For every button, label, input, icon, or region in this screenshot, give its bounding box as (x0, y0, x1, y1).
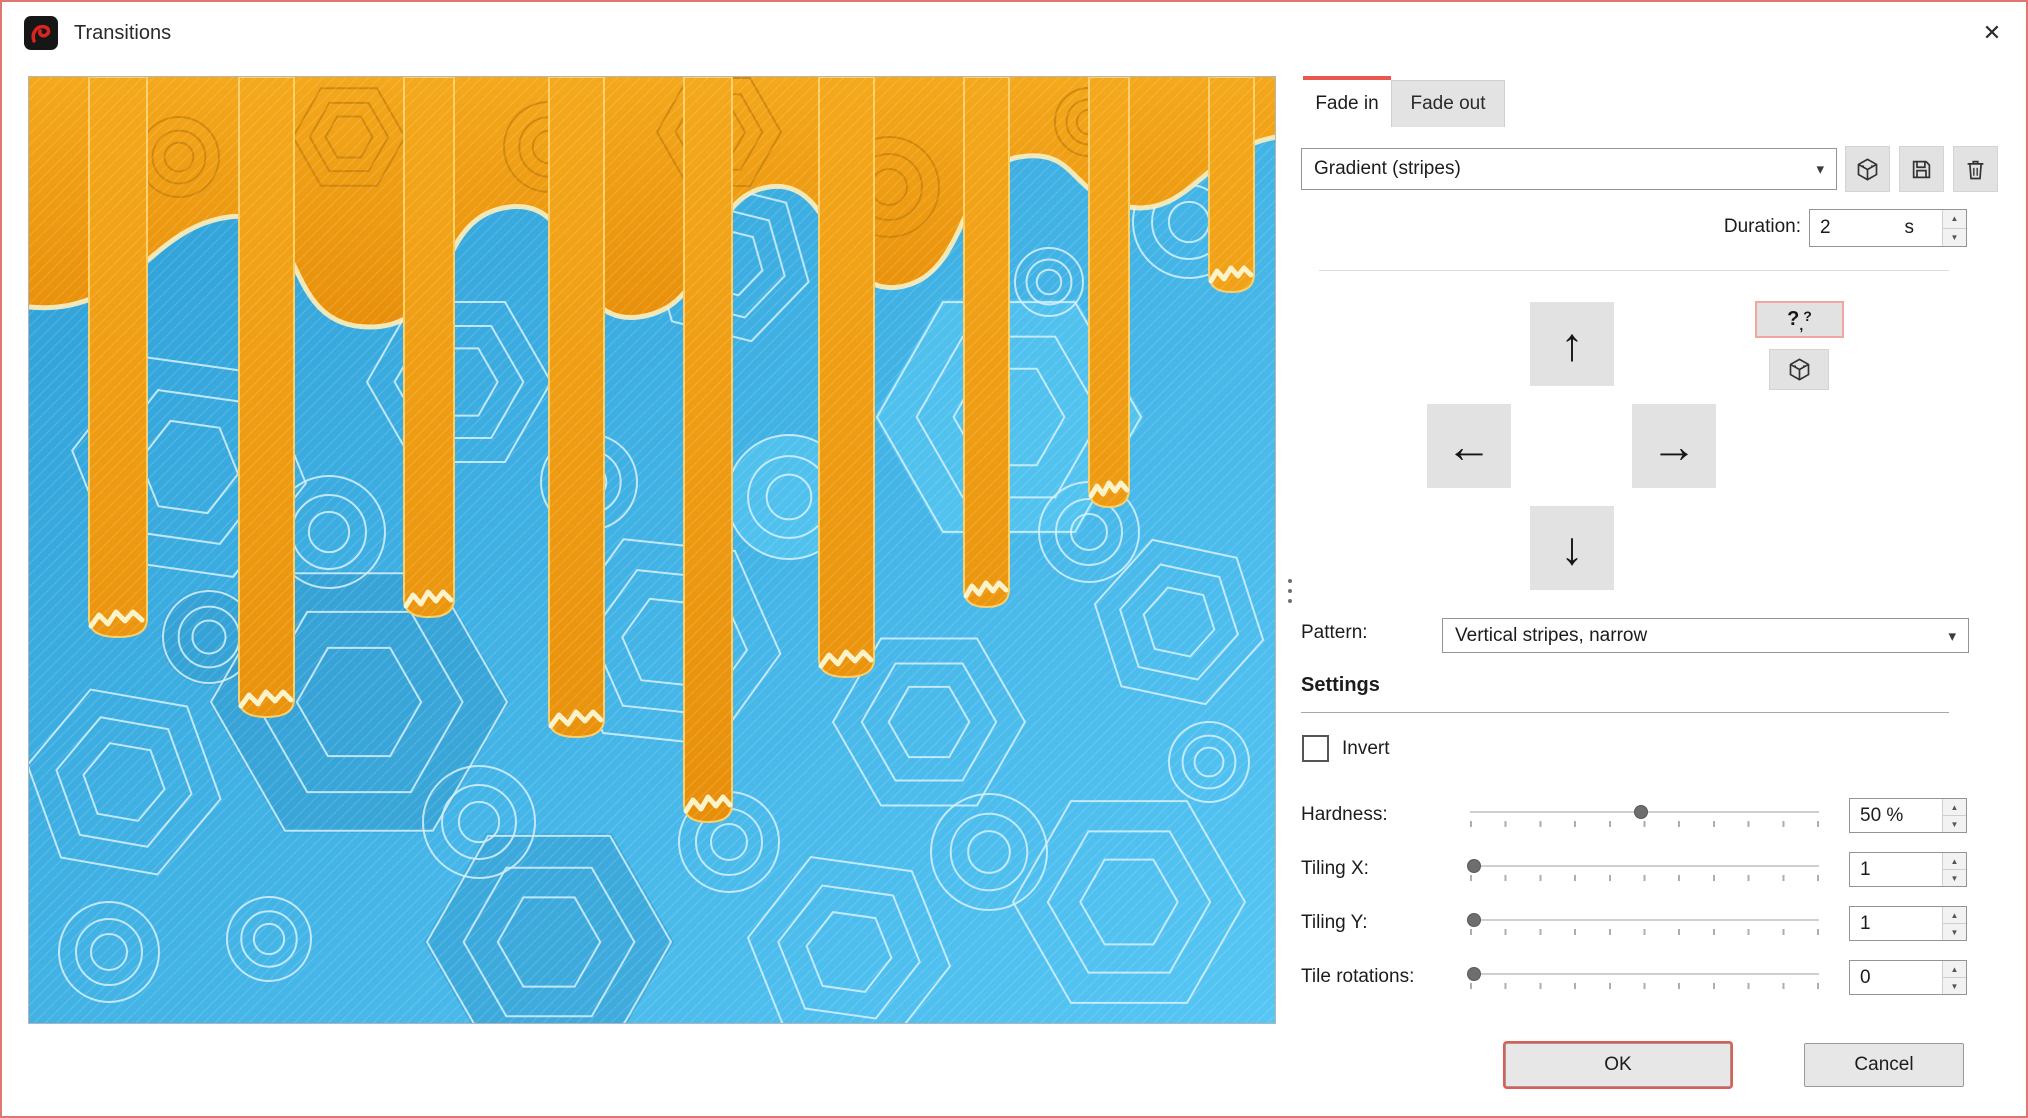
splitter-handle[interactable] (1285, 564, 1295, 618)
pattern-dropdown[interactable]: Vertical stripes, narrow ▾ (1442, 618, 1969, 653)
random-preset-button[interactable] (1845, 146, 1890, 192)
random-direction-button[interactable]: ?,? (1755, 301, 1844, 338)
tile-rotations-value: 0 (1850, 967, 1942, 989)
tiling-y-label: Tiling Y: (1301, 912, 1466, 934)
tile-rotations-label: Tile rotations: (1301, 966, 1466, 988)
hardness-value: 50 % (1850, 805, 1942, 827)
spin-down-button[interactable]: ▼ (1943, 923, 1966, 940)
window-title: Transitions (74, 22, 171, 45)
spin-down-button[interactable]: ▼ (1943, 869, 1966, 886)
arrow-right-icon: → (1651, 419, 1697, 473)
spin-up-icon: ▲ (1951, 803, 1959, 812)
direction-up-button[interactable]: ↑ (1530, 302, 1614, 386)
tiling-x-value: 1 (1850, 859, 1942, 881)
slider-ticks (1470, 821, 1819, 827)
duration-unit: s (1905, 217, 1915, 239)
tiling-x-spinner[interactable]: 1 ▲ ▼ (1849, 852, 1967, 887)
hardness-label: Hardness: (1301, 804, 1466, 826)
spin-down-icon: ▼ (1951, 928, 1959, 937)
spin-up-button[interactable]: ▲ (1943, 907, 1966, 923)
save-icon (1908, 156, 1935, 183)
close-icon: ✕ (1983, 20, 2001, 46)
slider-thumb[interactable] (1467, 859, 1481, 873)
invert-checkbox[interactable] (1302, 735, 1329, 762)
slider-thumb[interactable] (1467, 913, 1481, 927)
invert-label: Invert (1342, 738, 1390, 760)
spin-up-button[interactable]: ▲ (1943, 210, 1966, 228)
spin-up-button[interactable]: ▲ (1943, 853, 1966, 869)
spin-down-icon: ▼ (1951, 233, 1959, 242)
title-bar: Transitions ✕ (2, 2, 2026, 64)
spin-down-icon: ▼ (1951, 820, 1959, 829)
slider-track (1470, 919, 1819, 921)
divider (1301, 712, 1949, 713)
arrow-up-icon: ↑ (1561, 317, 1584, 371)
app-icon (24, 16, 58, 50)
arrow-down-icon: ↓ (1561, 521, 1584, 575)
spin-down-button[interactable]: ▼ (1943, 977, 1966, 994)
divider (1319, 270, 1949, 271)
duration-spinner[interactable]: 2 s ▲ ▼ (1809, 209, 1967, 247)
direction-down-button[interactable]: ↓ (1530, 506, 1614, 590)
tiling-y-slider[interactable] (1470, 910, 1819, 938)
slider-thumb[interactable] (1467, 967, 1481, 981)
slider-ticks (1470, 875, 1819, 881)
slider-ticks (1470, 983, 1819, 989)
tile-rotations-slider[interactable] (1470, 964, 1819, 992)
tiling-x-slider[interactable] (1470, 856, 1819, 884)
delete-preset-button[interactable] (1953, 146, 1998, 192)
tab-fade-in[interactable]: Fade in (1303, 76, 1391, 127)
spin-up-icon: ▲ (1951, 965, 1959, 974)
direction-left-button[interactable]: ← (1427, 404, 1511, 488)
tiling-y-spinner[interactable]: 1 ▲ ▼ (1849, 906, 1967, 941)
dice-icon (1786, 356, 1813, 383)
preview-image (29, 77, 1276, 1024)
trash-icon (1962, 156, 1989, 183)
slider-thumb[interactable] (1634, 805, 1648, 819)
settings-panel: Fade in Fade out Gradient (stripes) ▾ (1301, 76, 2001, 1087)
hardness-spinner[interactable]: 50 % ▲ ▼ (1849, 798, 1967, 833)
spin-up-icon: ▲ (1951, 857, 1959, 866)
duration-value: 2 (1810, 217, 1905, 239)
chevron-down-icon: ▾ (1816, 160, 1836, 178)
arrow-left-icon: ← (1446, 419, 1492, 473)
randomize-settings-button[interactable] (1769, 349, 1829, 390)
settings-heading: Settings (1301, 674, 1380, 697)
transitions-dialog: Transitions ✕ (0, 0, 2028, 1118)
slider-ticks (1470, 929, 1819, 935)
spin-up-icon: ▲ (1951, 214, 1959, 223)
pattern-value: Vertical stripes, narrow (1455, 625, 1948, 647)
pattern-label: Pattern: (1301, 622, 1368, 644)
dice-icon (1854, 156, 1881, 183)
spin-up-icon: ▲ (1951, 911, 1959, 920)
direction-right-button[interactable]: → (1632, 404, 1716, 488)
tile-rotations-spinner[interactable]: 0 ▲ ▼ (1849, 960, 1967, 995)
duration-label: Duration: (1601, 216, 1801, 238)
preset-value: Gradient (stripes) (1314, 158, 1816, 180)
ok-button[interactable]: OK (1505, 1043, 1731, 1087)
hardness-slider[interactable] (1470, 802, 1819, 830)
question-mark: ? (1787, 308, 1799, 331)
slider-track (1470, 865, 1819, 867)
cancel-button[interactable]: Cancel (1804, 1043, 1964, 1087)
tiling-x-label: Tiling X: (1301, 858, 1466, 880)
transition-preview (28, 76, 1276, 1024)
spin-up-button[interactable]: ▲ (1943, 799, 1966, 815)
close-button[interactable]: ✕ (1972, 14, 2012, 52)
tiling-y-value: 1 (1850, 913, 1942, 935)
spin-down-button[interactable]: ▼ (1943, 815, 1966, 832)
spin-up-button[interactable]: ▲ (1943, 961, 1966, 977)
spin-down-button[interactable]: ▼ (1943, 228, 1966, 247)
preset-dropdown[interactable]: Gradient (stripes) ▾ (1301, 148, 1837, 190)
spin-down-icon: ▼ (1951, 982, 1959, 991)
slider-track (1470, 973, 1819, 975)
tab-fade-out[interactable]: Fade out (1391, 80, 1505, 127)
chevron-down-icon: ▾ (1948, 627, 1968, 645)
save-preset-button[interactable] (1899, 146, 1944, 192)
spin-down-icon: ▼ (1951, 874, 1959, 883)
